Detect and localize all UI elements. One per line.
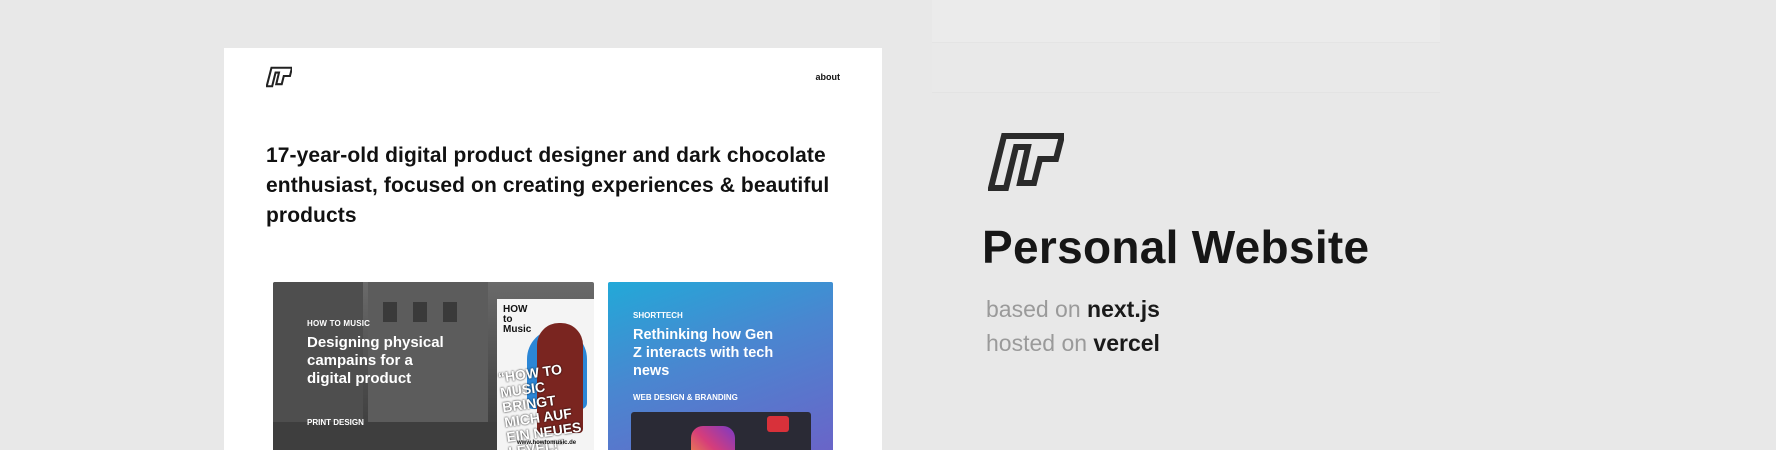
- logo-mark-icon: [988, 133, 1064, 191]
- project-kicker: SHORTTECH: [633, 311, 683, 320]
- project-tag: PRINT DESIGN: [307, 418, 364, 427]
- background-panel-strip: [932, 0, 1440, 43]
- instagram-icon: [691, 426, 735, 450]
- based-on-line: based on next.js: [986, 296, 1160, 323]
- how-to-music-poster: HOW to Music “HOW TO MUSIC BRINGT MICH A…: [497, 299, 594, 450]
- logo-mark-icon[interactable]: [266, 66, 292, 88]
- website-preview[interactable]: about 17-year-old digital product design…: [224, 48, 882, 450]
- based-on-value: next.js: [1087, 296, 1160, 322]
- phone-screen-mockup: [631, 412, 811, 450]
- hosted-on-line: hosted on vercel: [986, 330, 1160, 357]
- hosted-on-value: vercel: [1093, 330, 1160, 356]
- project-tag: WEB DESIGN & BRANDING: [633, 393, 738, 402]
- news-thumbnail: [767, 416, 789, 432]
- project-title: Designing physical campains for a digita…: [307, 334, 444, 387]
- background-panel: [932, 0, 1440, 93]
- project-title: Rethinking how Gen Z interacts with tech…: [633, 327, 774, 379]
- hosted-on-prefix: hosted on: [986, 330, 1088, 356]
- based-on-prefix: based on: [986, 296, 1081, 322]
- poster-url: www.howtomusic.de: [517, 440, 577, 446]
- project-card-how-to-music[interactable]: HOW to Music “HOW TO MUSIC BRINGT MICH A…: [273, 282, 594, 450]
- nav-about-link[interactable]: about: [816, 72, 841, 82]
- intro-headline: 17-year-old digital product designer and…: [266, 144, 830, 227]
- project-card-shorttech[interactable]: SHORTTECH Rethinking how Gen Z interacts…: [608, 282, 833, 450]
- poster-slogan: “HOW TO MUSIC BRINGT MICH AUF EIN NEUES …: [497, 360, 583, 450]
- project-title-heading: Personal Website: [982, 221, 1370, 273]
- project-kicker: HOW TO MUSIC: [307, 319, 371, 328]
